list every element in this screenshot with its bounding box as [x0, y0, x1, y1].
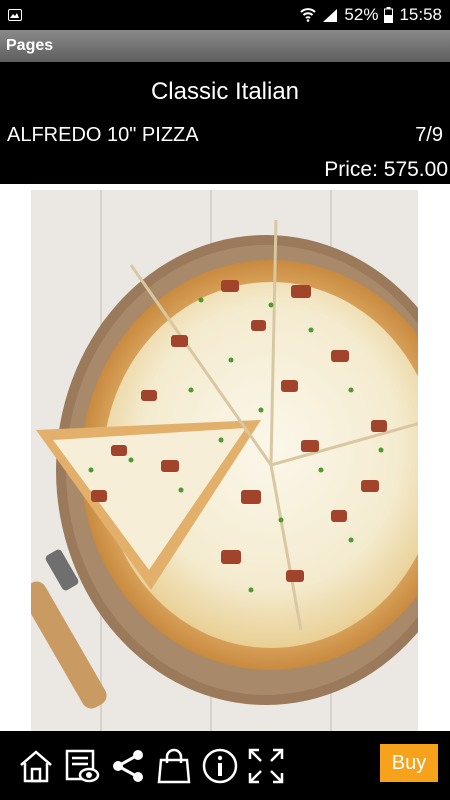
- shopping-bag-icon[interactable]: [154, 746, 194, 786]
- photo-area: [0, 184, 450, 731]
- battery-percent: 52%: [344, 5, 379, 24]
- buy-button[interactable]: Buy: [380, 744, 438, 782]
- category-title: Classic Italian: [150, 78, 300, 105]
- page-indicator: 7/9: [415, 124, 443, 146]
- battery-icon: [384, 7, 394, 23]
- signal-icon: [323, 9, 338, 22]
- status-bar: 52% 15:58: [0, 0, 450, 30]
- image-notification-icon: [8, 9, 22, 21]
- product-name: ALFREDO 10" PIZZA: [7, 124, 199, 146]
- clock: 15:58: [399, 5, 442, 24]
- fullscreen-icon[interactable]: [246, 746, 286, 786]
- product-row: ALFREDO 10" PIZZA 7/9: [7, 124, 443, 147]
- app-bar-title: Pages: [6, 37, 54, 54]
- catalog-view-icon[interactable]: [62, 746, 102, 786]
- wifi-icon: [300, 8, 317, 22]
- home-icon[interactable]: [16, 746, 56, 786]
- product-photo[interactable]: [31, 190, 418, 731]
- share-icon[interactable]: [108, 746, 148, 786]
- info-icon[interactable]: [200, 746, 240, 786]
- bottom-toolbar: Buy: [0, 731, 450, 800]
- product-price: Price: 575.00: [324, 158, 448, 181]
- product-header: Classic Italian ALFREDO 10" PIZZA 7/9 Pr…: [0, 62, 450, 184]
- app-bar: Pages: [0, 30, 450, 62]
